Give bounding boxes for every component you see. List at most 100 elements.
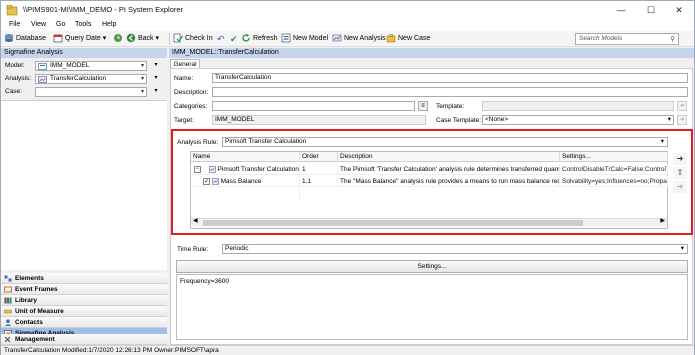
- rule-settings[interactable]: Solvability=yes;Influences=no;Propaga...: [560, 176, 668, 187]
- window-title: \\PIMS901-MI\IMM_DEMO - PI System Explor…: [23, 5, 184, 14]
- menu-bar: File View Go Tools Help: [1, 19, 694, 31]
- horizontal-scrollbar[interactable]: ◀ ▶: [191, 218, 667, 226]
- scroll-left-icon[interactable]: ◀: [193, 217, 198, 224]
- query-date-button[interactable]: Query Date ▾: [53, 33, 106, 45]
- time-rule-select[interactable]: Periodic ▾: [222, 244, 688, 254]
- column-header-description[interactable]: Description: [338, 152, 560, 162]
- new-case-button[interactable]: New Case: [386, 33, 430, 45]
- template-go-button[interactable]: ➜: [677, 101, 687, 111]
- checkmark-button[interactable]: ✔: [230, 33, 238, 45]
- contacts-icon: [4, 319, 12, 326]
- nav-unit-of-measure-label: Unit of Measure: [15, 308, 64, 315]
- rule-icon: [212, 177, 219, 185]
- column-header-settings[interactable]: Settings...: [560, 152, 668, 162]
- close-button[interactable]: ✕: [664, 1, 694, 19]
- new-analysis-button[interactable]: New Analysis: [332, 33, 386, 45]
- undo-button[interactable]: ↶: [217, 33, 225, 45]
- time-rule-value: Periodic: [225, 245, 249, 252]
- refresh-button[interactable]: Refresh: [241, 33, 278, 45]
- nav-elements[interactable]: Elements: [1, 273, 167, 284]
- search-input[interactable]: Search Models ⚲: [575, 33, 679, 45]
- nav-management-label: Management: [15, 336, 55, 343]
- left-pane-selectors: Model: IMM_MODEL ▾ ▾ Analysis: TransferC…: [1, 58, 167, 99]
- move-up-button[interactable]: ⇧: [673, 167, 687, 179]
- arrow-right-icon: ➜: [676, 154, 684, 163]
- rule-settings[interactable]: ControlDisableTrCalc=False;ControlTank..…: [560, 164, 668, 175]
- rule-order: 1: [300, 164, 338, 175]
- name-field[interactable]: TransferCalculation: [212, 73, 688, 83]
- search-placeholder: Search Models: [579, 35, 623, 42]
- model-label: Model:: [5, 62, 25, 69]
- nav-management[interactable]: Management: [1, 334, 167, 345]
- analysis-expand-button[interactable]: ▾: [151, 74, 161, 84]
- undo-icon: ↶: [217, 34, 225, 44]
- scroll-right-icon[interactable]: ▶: [660, 217, 665, 224]
- database-button[interactable]: Database: [4, 33, 46, 45]
- categories-label: Categories:: [174, 103, 208, 110]
- nav-library[interactable]: Library: [1, 295, 167, 306]
- case-template-select[interactable]: <None> ▾: [482, 115, 674, 125]
- arrow-right-icon: ➜: [679, 103, 685, 109]
- description-field[interactable]: [212, 87, 688, 97]
- time-rule-config[interactable]: Frequency=3600: [176, 274, 688, 340]
- arrow-right-icon: ➜: [676, 182, 684, 191]
- check-in-button[interactable]: Check In: [173, 33, 213, 45]
- analysis-select[interactable]: TransferCalculation ▾: [35, 74, 147, 84]
- chevron-down-icon: ▾: [660, 138, 664, 145]
- checkbox-checked-icon[interactable]: ✓: [203, 177, 210, 185]
- collapse-icon[interactable]: −: [194, 165, 201, 173]
- menu-help[interactable]: Help: [102, 21, 116, 28]
- menu-file[interactable]: File: [9, 21, 20, 28]
- menu-view[interactable]: View: [31, 21, 46, 28]
- refresh-time-button[interactable]: [113, 33, 125, 45]
- model-expand-button[interactable]: ▾: [151, 61, 161, 71]
- nav-contacts-label: Contacts: [15, 319, 43, 326]
- menu-tools[interactable]: Tools: [75, 21, 91, 28]
- nav-elements-label: Elements: [15, 275, 44, 282]
- rule-description: The "Mass Balance" analysis rule provide…: [338, 176, 560, 187]
- status-bar: TransferCalculation Modified:1/7/2020 12…: [1, 345, 694, 355]
- target-field: IMM_MODEL: [212, 115, 426, 125]
- categories-field[interactable]: [212, 101, 415, 111]
- add-rule-button[interactable]: ➜: [673, 153, 687, 165]
- minimize-button[interactable]: —: [606, 1, 636, 19]
- scrollbar-thumb[interactable]: [203, 220, 583, 226]
- case-template-label: Case Template:: [436, 117, 482, 124]
- analysis-rule-select[interactable]: Pimsoft Transfer Calculation ▾: [222, 137, 668, 147]
- arrow-up-icon: ⇧: [676, 168, 684, 177]
- model-select[interactable]: IMM_MODEL ▾: [35, 61, 147, 71]
- chevron-down-icon: ▾: [154, 88, 158, 94]
- settings-button[interactable]: Settings...: [176, 260, 688, 273]
- new-model-button[interactable]: New Model: [281, 33, 328, 45]
- column-header-order[interactable]: Order: [300, 152, 338, 162]
- target-label: Target:: [174, 117, 194, 124]
- database-label: Database: [16, 35, 46, 42]
- remove-rule-button[interactable]: ➜: [673, 181, 687, 193]
- analysis-value: TransferCalculation: [50, 75, 107, 82]
- check-in-icon: [173, 33, 183, 43]
- maximize-button[interactable]: ☐: [636, 1, 666, 19]
- new-analysis-label: New Analysis: [344, 35, 386, 42]
- case-select[interactable]: ▾: [35, 87, 147, 97]
- chevron-down-icon: ▾: [140, 76, 144, 82]
- nav-event-frames-label: Event Frames: [15, 286, 58, 293]
- column-header-name[interactable]: Name: [191, 152, 300, 162]
- template-field: [482, 101, 674, 111]
- nav-event-frames[interactable]: Event Frames: [1, 284, 167, 295]
- rule-icon: [209, 165, 216, 173]
- chevron-down-icon: ▾: [680, 245, 684, 252]
- chevron-down-icon: ▾: [667, 116, 671, 123]
- new-case-icon: [386, 34, 396, 43]
- menu-go[interactable]: Go: [56, 21, 65, 28]
- nav-unit-of-measure[interactable]: Unit of Measure: [1, 306, 167, 317]
- nav-library-label: Library: [15, 297, 38, 304]
- database-icon: [5, 34, 13, 43]
- nav-contacts[interactable]: Contacts: [1, 317, 167, 328]
- new-analysis-icon: [332, 34, 342, 42]
- event-frames-icon: [4, 286, 12, 293]
- back-button[interactable]: Back ▾: [126, 33, 159, 45]
- case-template-go-button[interactable]: ➜: [677, 115, 687, 125]
- chevron-down-icon: ▾: [140, 89, 144, 95]
- categories-picker-button[interactable]: ≡: [418, 101, 428, 111]
- case-expand-button[interactable]: ▾: [151, 87, 161, 97]
